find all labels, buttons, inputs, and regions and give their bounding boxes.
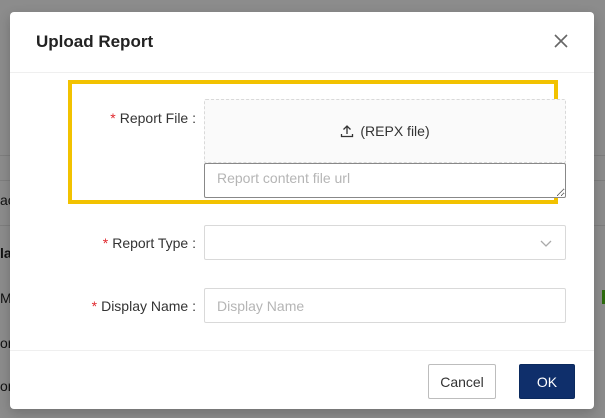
required-mark: * [91,298,98,314]
report-file-label-text: Report File : [119,110,196,126]
dialog-title: Upload Report [36,32,154,51]
report-file-upload-button[interactable]: (REPX file) [204,99,566,163]
close-button[interactable] [552,32,570,50]
dialog-footer: Cancel OK [10,350,594,410]
display-name-label-text: Display Name : [101,298,196,314]
upload-icon [340,124,354,138]
display-name-input[interactable] [204,288,566,323]
report-url-textarea[interactable] [204,163,566,198]
report-file-label: * Report File : [110,110,196,126]
display-name-label: * Display Name : [92,298,196,314]
report-type-label-text: Report Type : [112,235,196,251]
cancel-button[interactable]: Cancel [428,364,496,399]
upload-text: (REPX file) [360,123,430,139]
required-mark: * [110,110,116,126]
report-type-label: * Report Type : [103,235,196,251]
dialog-header: Upload Report [10,12,594,73]
required-mark: * [102,235,109,251]
ok-button[interactable]: OK [519,364,575,399]
upload-report-dialog: Upload Report * Report File : (REPX file)… [10,12,594,409]
chevron-down-icon [539,236,553,250]
report-type-select[interactable] [204,225,566,260]
close-icon [552,32,570,50]
